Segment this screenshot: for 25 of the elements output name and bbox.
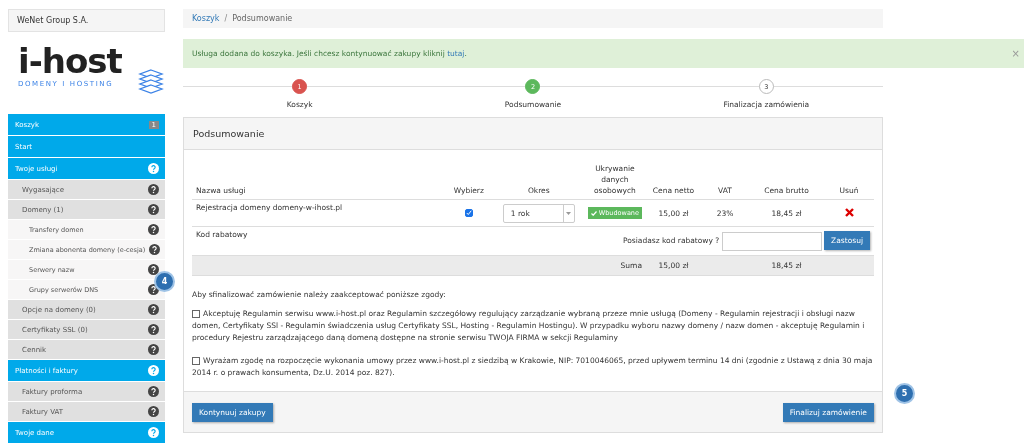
discount-code-field[interactable] bbox=[721, 231, 822, 251]
breadcrumb-current: Podsumowanie bbox=[232, 14, 293, 23]
logo-wordmark: i-host bbox=[18, 42, 123, 80]
help-icon[interactable] bbox=[149, 244, 161, 255]
step-callout: 5 bbox=[894, 383, 915, 404]
help-icon[interactable] bbox=[148, 344, 159, 355]
company-name: WeNet Group S.A. bbox=[8, 9, 165, 32]
check-icon bbox=[590, 210, 597, 216]
help-icon[interactable] bbox=[148, 264, 159, 275]
stack-logo-icon bbox=[138, 68, 164, 94]
breadcrumb-separator: / bbox=[224, 14, 228, 23]
help-icon[interactable] bbox=[148, 386, 159, 397]
consent-checkbox[interactable] bbox=[192, 309, 200, 318]
help-icon[interactable] bbox=[148, 224, 159, 235]
help-icon[interactable] bbox=[148, 304, 159, 315]
panel-title: Podsumowanie bbox=[184, 118, 882, 150]
help-icon[interactable] bbox=[148, 184, 159, 195]
help-icon[interactable] bbox=[148, 204, 159, 215]
breadcrumb-link[interactable]: Koszyk bbox=[192, 14, 220, 23]
consent-checkbox[interactable] bbox=[192, 356, 200, 365]
caret-icon bbox=[566, 211, 572, 215]
help-icon[interactable] bbox=[148, 324, 159, 335]
help-icon[interactable] bbox=[148, 406, 159, 417]
select-checkbox[interactable] bbox=[464, 209, 473, 218]
delete-icon[interactable] bbox=[844, 207, 854, 217]
